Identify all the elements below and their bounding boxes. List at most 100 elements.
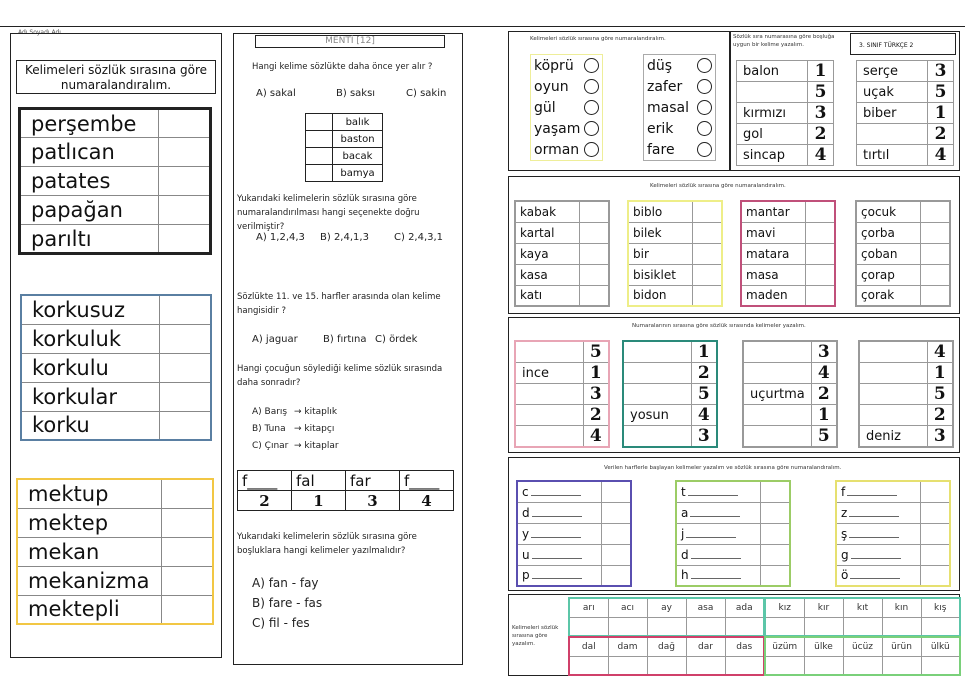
circle-answer[interactable] [697,100,712,115]
q2-option-b[interactable]: B) 2,4,1,3 [320,232,369,243]
answer-input-cell[interactable] [724,655,765,676]
answer-input-cell[interactable] [607,655,648,676]
number-input-cell[interactable] [759,522,791,545]
answer-input-cell[interactable] [881,616,922,637]
number-input-cell[interactable] [804,284,836,307]
word-input-cell[interactable] [622,340,692,363]
number-input-cell[interactable] [691,284,723,307]
number-input-cell[interactable] [160,478,214,509]
answer-input-cell[interactable] [764,616,805,637]
answer-input-cell[interactable] [881,655,922,676]
circle-answer[interactable] [697,142,712,157]
circle-answer[interactable] [697,79,712,94]
letter-word-input[interactable]: a [675,501,761,524]
answer-input-cell[interactable] [842,616,883,637]
number-input-cell[interactable] [160,565,214,596]
number-input-cell[interactable] [919,543,951,566]
number-input-cell[interactable] [600,480,632,503]
number-input-cell[interactable] [919,284,951,307]
number-input-cell[interactable] [919,200,951,223]
number-input-cell[interactable] [578,242,610,265]
letter-word-input[interactable]: h [675,564,761,587]
word-input-cell[interactable] [858,340,928,363]
number-input-cell[interactable] [158,352,212,383]
number-input-cell[interactable] [578,200,610,223]
q3-option-a[interactable]: A) jaguar [252,334,298,345]
answer-input-cell[interactable] [568,655,609,676]
number-input-cell[interactable] [158,224,211,254]
number-input-cell[interactable] [919,263,951,286]
answer-input-cell[interactable] [920,616,961,637]
number-input-cell[interactable] [919,564,951,587]
answer-input-cell[interactable] [646,655,687,676]
letter-word-input[interactable]: u [516,543,602,566]
answer-input-cell[interactable] [920,655,961,676]
answer-input-cell[interactable] [685,616,726,637]
number-input-cell[interactable] [305,130,333,148]
circle-answer[interactable] [584,142,599,157]
number-input-cell[interactable] [804,263,836,286]
letter-word-input[interactable]: j [675,522,761,545]
q1-option-c[interactable]: C) sakin [406,88,446,99]
q4-option[interactable]: C) Çınar → kitaplar [252,441,339,458]
letter-word-input[interactable]: y [516,522,602,545]
word-input-cell[interactable] [742,340,812,363]
number-input-cell[interactable] [919,501,951,524]
q5-option-b[interactable]: B) fare - fas [252,596,322,610]
number-input-cell[interactable] [691,263,723,286]
q1-option-b[interactable]: B) saksı [336,88,375,99]
circle-answer[interactable] [584,58,599,73]
number-input-cell[interactable] [759,564,791,587]
number-input-cell[interactable] [305,147,333,165]
q2-option-a[interactable]: A) 1,2,4,3 [256,232,305,243]
number-input-cell[interactable] [578,221,610,244]
number-input-cell[interactable] [600,564,632,587]
answer-input-cell[interactable] [568,616,609,637]
letter-word-input[interactable]: t [675,480,761,503]
letter-word-input[interactable]: c [516,480,602,503]
number-input-cell[interactable] [919,480,951,503]
letter-word-input[interactable]: d [516,501,602,524]
word-input-cell[interactable] [742,362,812,384]
number-input-cell[interactable] [759,480,791,503]
number-input-cell[interactable] [578,284,610,307]
number-input-cell[interactable] [804,242,836,265]
number-input-cell[interactable] [158,294,212,325]
number-input-cell[interactable] [158,410,212,441]
number-input-cell[interactable] [158,195,211,225]
word-input-cell[interactable] [622,383,692,405]
word-input-cell[interactable] [742,425,812,448]
number-input-cell[interactable] [578,263,610,286]
word-input-cell[interactable] [858,383,928,405]
word-input-cell[interactable] [622,425,692,448]
answer-input-cell[interactable] [607,616,648,637]
number-input-cell[interactable] [804,200,836,223]
word-input-cell[interactable] [856,123,928,145]
number-input-cell[interactable] [305,164,333,182]
number-input-cell[interactable] [158,137,211,167]
letter-word-input[interactable]: ö [835,564,921,587]
q5-option-c[interactable]: C) fil - fes [252,616,310,630]
letter-word-input[interactable]: d [675,543,761,566]
number-input-cell[interactable] [759,543,791,566]
circle-answer[interactable] [697,121,712,136]
answer-input-cell[interactable] [646,616,687,637]
circle-answer[interactable] [584,79,599,94]
letter-word-input[interactable]: p [516,564,602,587]
number-input-cell[interactable] [158,323,212,354]
answer-input-cell[interactable] [724,616,765,637]
word-input-cell[interactable] [736,81,808,103]
number-input-cell[interactable] [160,594,214,625]
letter-word-input[interactable]: ş [835,522,921,545]
letter-word-input[interactable]: f [835,480,921,503]
number-input-cell[interactable] [600,522,632,545]
q1-option-a[interactable]: A) sakal [256,88,296,99]
number-input-cell[interactable] [158,381,212,412]
word-input-cell[interactable] [742,404,812,426]
answer-input-cell[interactable] [842,655,883,676]
q4-option[interactable]: B) Tuna → kitapçı [252,424,339,441]
number-input-cell[interactable] [305,113,333,131]
number-input-cell[interactable] [600,501,632,524]
number-input-cell[interactable] [804,221,836,244]
number-input-cell[interactable] [160,507,214,538]
